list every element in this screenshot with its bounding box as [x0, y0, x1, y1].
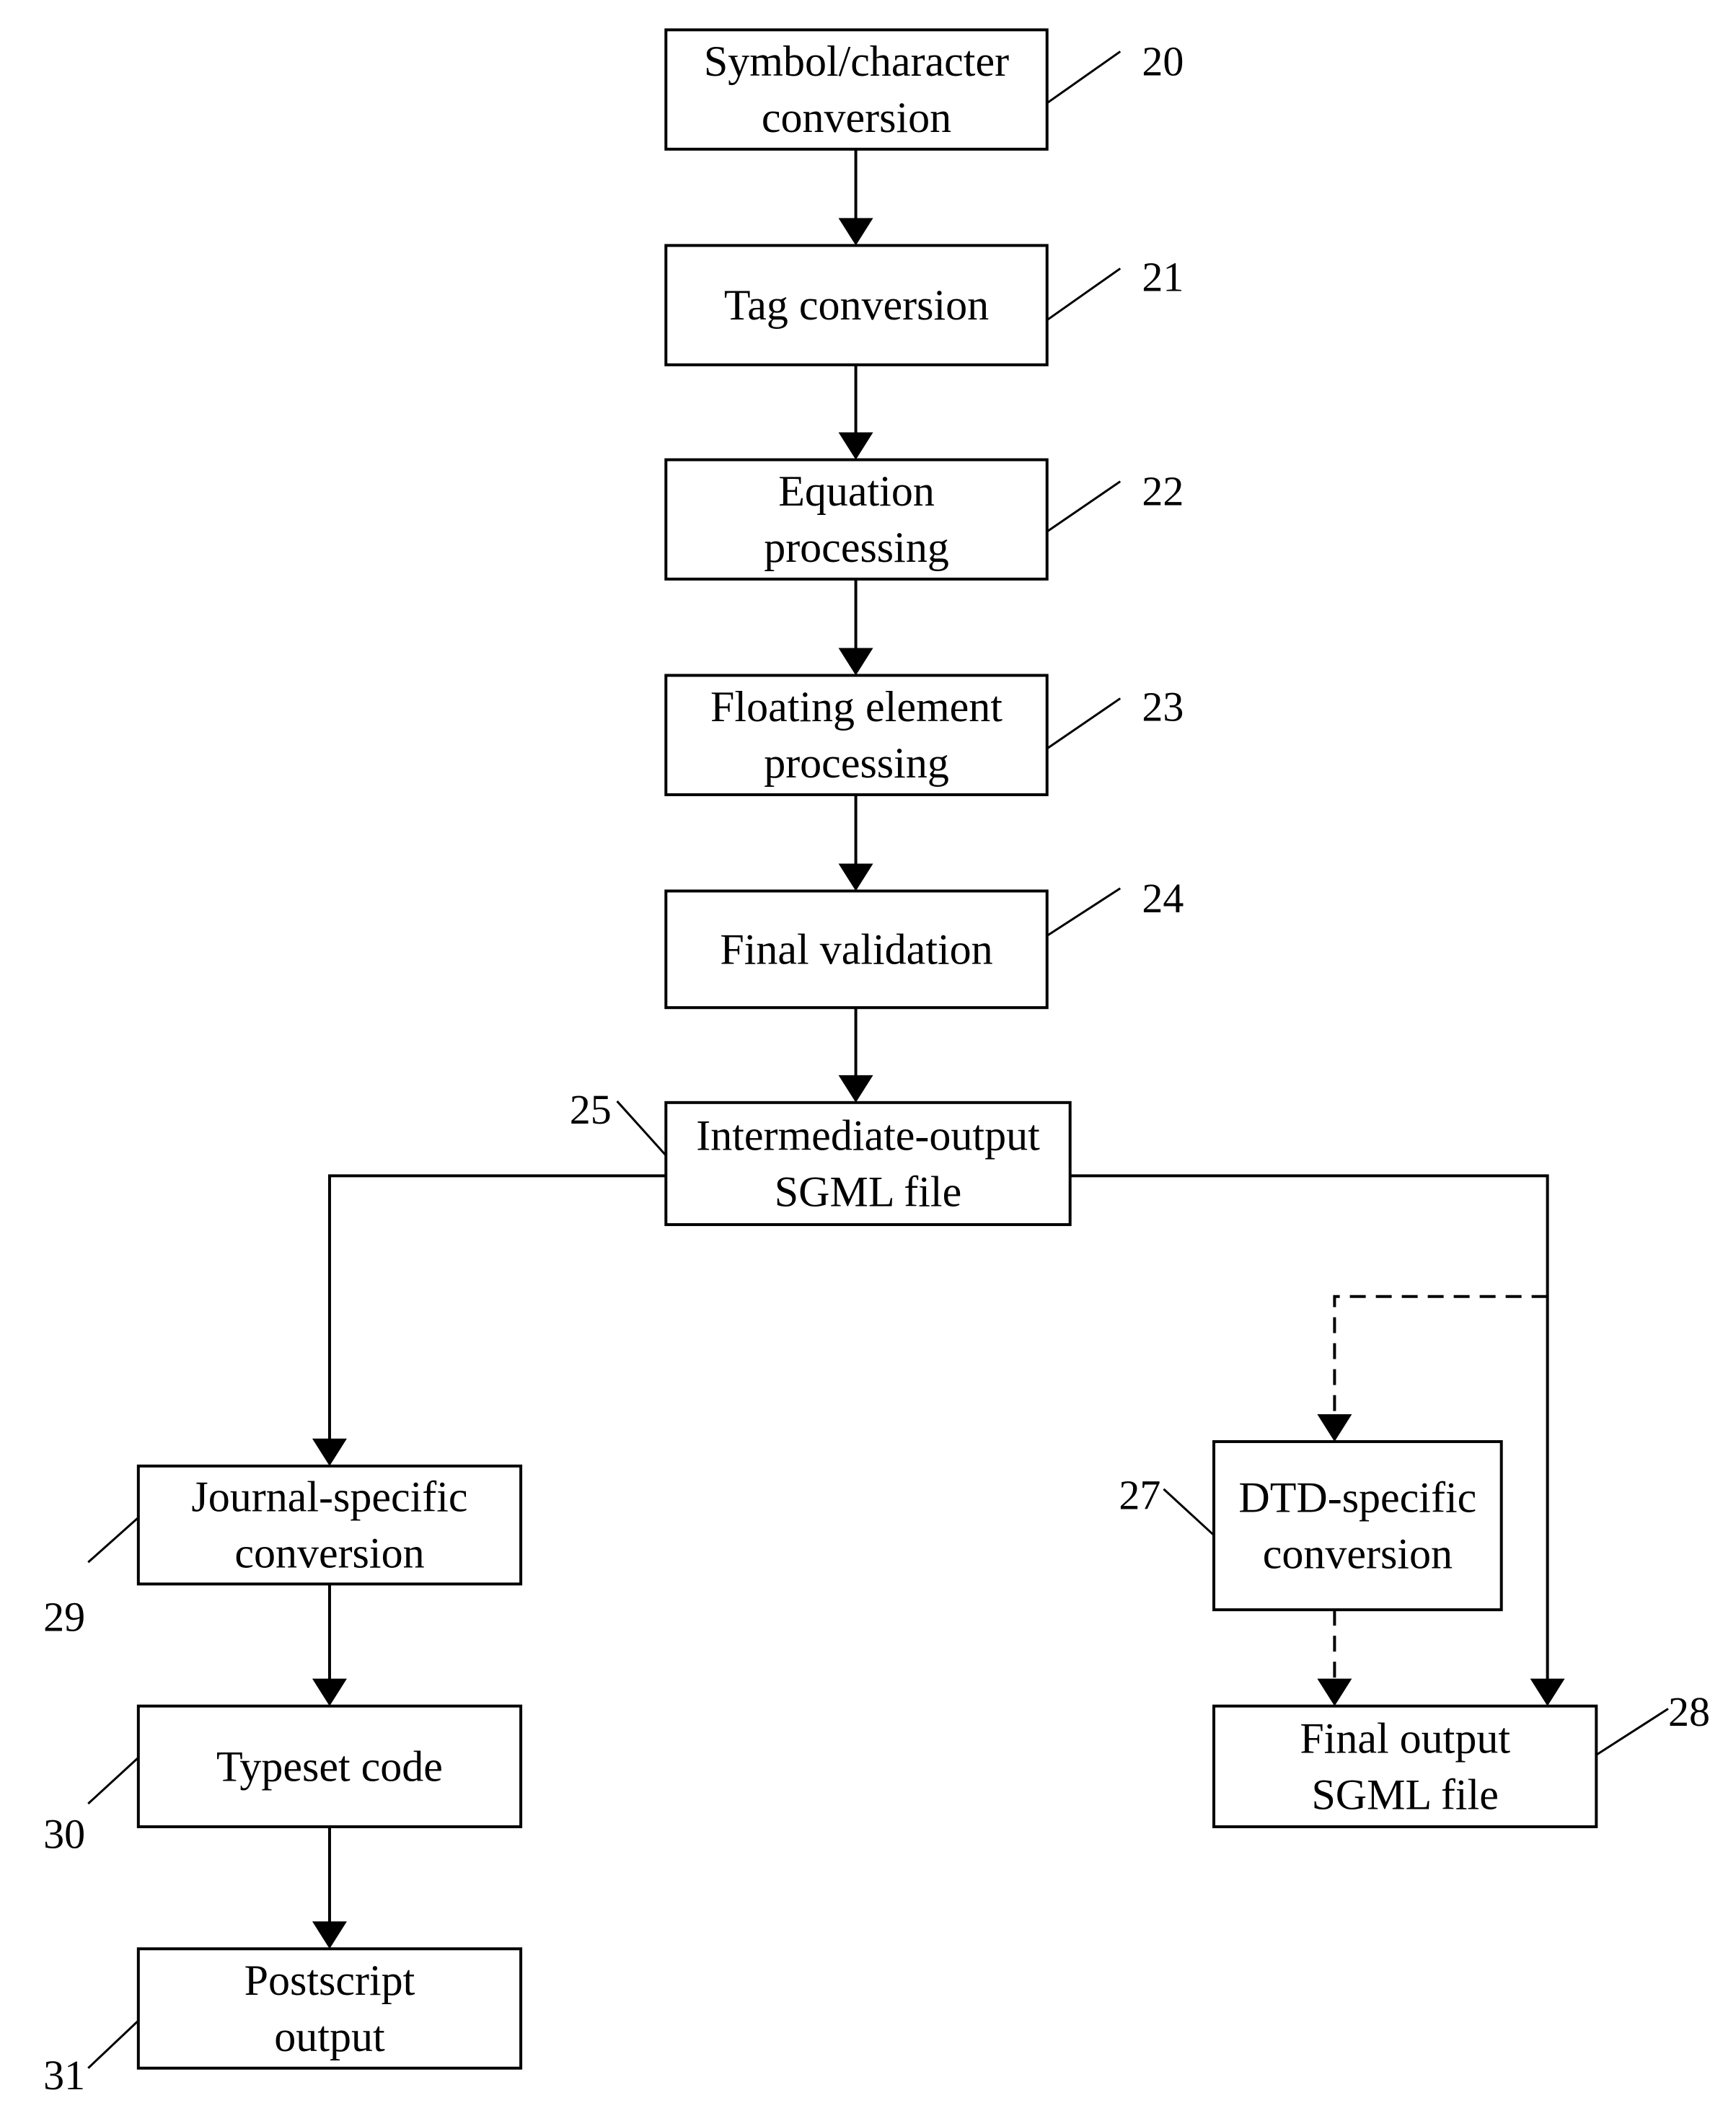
box-label-line: Floating element — [710, 683, 1003, 731]
leader-line — [1163, 1488, 1215, 1536]
box-label-line: processing — [764, 739, 949, 787]
leader-line — [1046, 887, 1122, 937]
edge-25-27 — [1317, 1295, 1548, 1442]
edge-30-31 — [312, 1826, 347, 1949]
nodes-layer: Symbol/character conversion 20 Tag conversi… — [43, 28, 1710, 2099]
box-label-line: Symbol/character — [704, 38, 1009, 85]
process-box-21: Tag conversion 21 — [664, 244, 1184, 366]
reference-numeral: 31 — [43, 2052, 85, 2099]
box-label-line: SGML file — [1311, 1771, 1498, 1818]
box-label-line: Final output — [1300, 1714, 1510, 1762]
arrowhead-icon — [1530, 1678, 1565, 1706]
box-label-line: Intermediate-output — [696, 1111, 1040, 1159]
leader-line — [1046, 50, 1122, 105]
box-label-line: conversion — [234, 1530, 424, 1577]
leader-line — [87, 2019, 139, 2069]
arrowhead-icon — [838, 648, 873, 676]
arrowhead-icon — [838, 218, 873, 246]
edges-layer — [312, 149, 1565, 1949]
arrowhead-icon — [312, 1678, 347, 1706]
arrowhead-icon — [838, 432, 873, 460]
edge-25-29 — [312, 1174, 666, 1466]
edge-22-23 — [838, 578, 873, 676]
arrowhead-icon — [838, 1075, 873, 1103]
box-label-line: processing — [764, 524, 949, 571]
box-label-line: Postscript — [244, 1957, 415, 2004]
box-label-line: conversion — [762, 94, 951, 141]
box-label-line: Tag conversion — [724, 281, 989, 329]
reference-numeral: 21 — [1142, 254, 1184, 301]
reference-numeral: 27 — [1119, 1471, 1160, 1518]
box-label-line: conversion — [1263, 1530, 1453, 1578]
leader-line — [1046, 480, 1122, 533]
box-label-line: Equation — [778, 467, 935, 515]
leader-line — [1595, 1708, 1669, 1756]
process-box-29: Journal-specific conversion 29 — [43, 1464, 523, 1641]
process-box-23: Floating element processing 23 — [664, 674, 1184, 796]
box-outline — [1212, 1439, 1503, 1612]
process-box-24: Final validation 24 — [664, 875, 1184, 1010]
process-box-22: Equation processing 22 — [664, 458, 1184, 581]
edge-21-22 — [838, 364, 873, 460]
arrowhead-icon — [1317, 1678, 1352, 1706]
arrowhead-icon — [1317, 1414, 1352, 1442]
process-box-25: Intermediate-output SGML file 25 — [570, 1086, 1072, 1227]
leader-line — [1046, 697, 1122, 750]
connector-line — [1333, 1295, 1548, 1416]
flowchart-diagram: Symbol/character conversion 20 Tag conversi… — [43, 28, 1710, 2099]
edge-23-24 — [838, 794, 873, 891]
box-label-line: Typeset code — [216, 1742, 443, 1790]
leader-line — [87, 1517, 139, 1564]
box-label-line: output — [274, 2013, 385, 2060]
process-box-31: Postscript output 31 — [43, 1947, 523, 2099]
arrowhead-icon — [838, 863, 873, 891]
reference-numeral: 22 — [1142, 468, 1184, 515]
leader-line — [616, 1100, 667, 1157]
connector-line — [327, 1174, 666, 1440]
process-box-27: DTD-specific conversion 27 — [1119, 1439, 1503, 1612]
process-box-30: Typeset code 30 — [43, 1704, 523, 1857]
edge-20-21 — [838, 149, 873, 246]
box-label-line: SGML file — [775, 1168, 961, 1215]
process-box-28: Final output SGML file 28 — [1212, 1688, 1710, 1828]
box-label-line: Final validation — [720, 925, 992, 973]
edge-27-28 — [1317, 1610, 1352, 1706]
reference-numeral: 28 — [1668, 1688, 1710, 1735]
leader-line — [1046, 268, 1122, 322]
arrowhead-icon — [312, 1921, 347, 1949]
box-label-line: DTD-specific — [1238, 1474, 1476, 1522]
arrowhead-icon — [312, 1438, 347, 1466]
edge-24-25 — [838, 1007, 873, 1103]
reference-numeral: 20 — [1142, 38, 1184, 85]
process-box-20: Symbol/character conversion 20 — [664, 28, 1184, 151]
reference-numeral: 30 — [43, 1810, 85, 1857]
reference-numeral: 24 — [1142, 875, 1184, 922]
edge-29-30 — [312, 1584, 347, 1706]
reference-numeral: 23 — [1142, 684, 1184, 731]
reference-numeral: 25 — [570, 1086, 612, 1133]
box-label-line: Journal-specific — [191, 1473, 467, 1521]
reference-numeral: 29 — [43, 1594, 85, 1641]
leader-line — [87, 1756, 139, 1805]
